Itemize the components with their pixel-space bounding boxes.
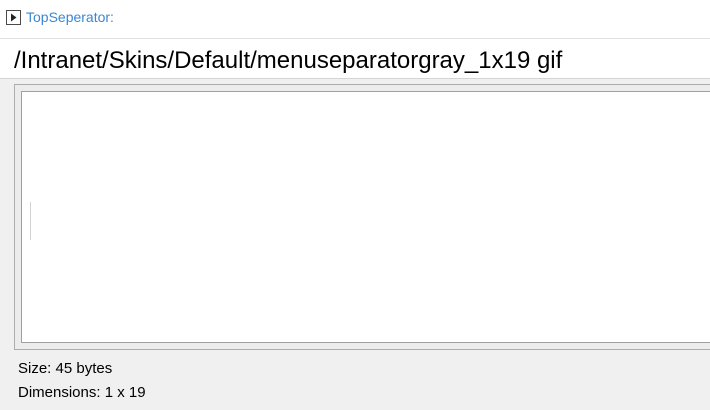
expand-toggle[interactable] xyxy=(6,10,21,25)
file-path-bar: /Intranet/Skins/Default/menuseparatorgra… xyxy=(0,38,710,79)
image-dimensions-label: Dimensions: 1 x 19 xyxy=(18,384,146,401)
file-size-label: Size: 45 bytes xyxy=(18,360,113,377)
menu-separator-image xyxy=(30,202,31,240)
property-header-row: TopSeperator: xyxy=(0,0,710,38)
file-path-text: /Intranet/Skins/Default/menuseparatorgra… xyxy=(14,47,563,74)
property-name-label[interactable]: TopSeperator: xyxy=(26,8,114,26)
image-preview-canvas xyxy=(21,91,710,343)
expand-arrow-icon xyxy=(11,13,17,22)
image-preview-frame xyxy=(14,84,710,350)
